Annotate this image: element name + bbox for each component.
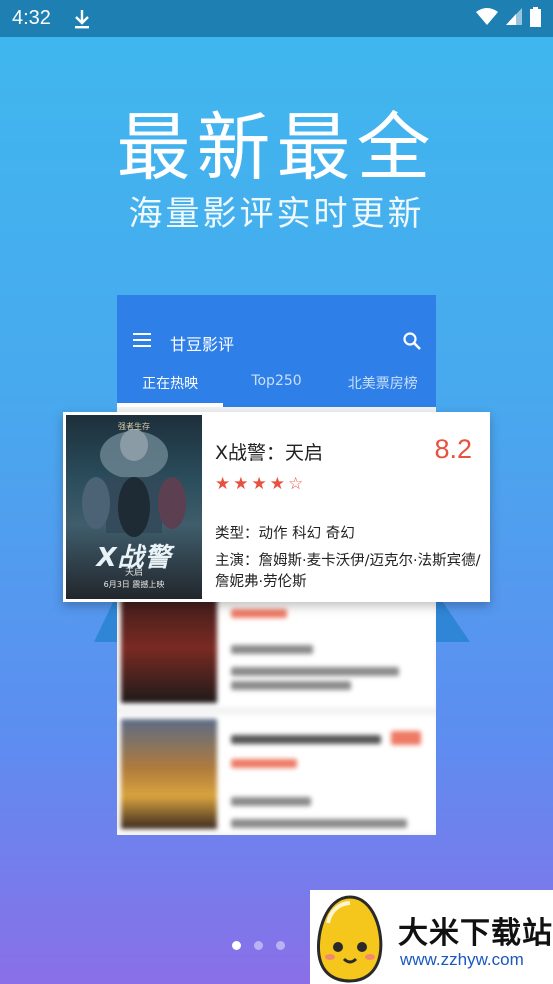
rating-stars: ★★★★☆ <box>215 474 307 494</box>
poster-date: 6月3日 震撼上映 <box>103 580 165 589</box>
search-icon[interactable] <box>402 331 422 351</box>
app-toolbar: 甘豆影评 正在热映 Top250 北美票房榜 <box>117 295 436 407</box>
promo-headline: 最新最全 <box>116 105 437 191</box>
signal-icon <box>506 8 522 29</box>
list-item <box>117 589 436 707</box>
watermark: 大米下载站 www.zzhyw.com <box>310 890 553 984</box>
promo-subline: 海量影评实时更新 <box>128 194 425 234</box>
menu-icon[interactable] <box>133 333 151 347</box>
status-time: 4:32 <box>12 7 51 29</box>
page-indicator <box>232 941 285 950</box>
page-dot[interactable] <box>276 941 285 950</box>
list-item-poster <box>121 593 217 703</box>
page-dot[interactable] <box>232 941 241 950</box>
movie-score: 8.2 <box>434 434 472 464</box>
tab-indicator <box>117 403 223 407</box>
page-dot[interactable] <box>254 941 263 950</box>
poster-tagline: 强者生存 <box>118 422 150 431</box>
tab-top250[interactable]: Top250 <box>223 373 329 393</box>
status-bar: 4:32 <box>0 0 553 37</box>
list-item-poster <box>121 719 217 829</box>
poster-subtitle: 天启 <box>124 568 143 578</box>
download-icon <box>73 8 91 30</box>
featured-movie-card[interactable]: 强者生存 X战警 天启 6月3日 震撼上映 X战警：天启 8.2 ★★★★☆ 类… <box>63 412 490 602</box>
movie-genre: 类型：动作 科幻 奇幻 <box>215 526 355 542</box>
watermark-title: 大米下载站 <box>398 916 553 951</box>
movie-title: X战警：天启 <box>215 442 324 464</box>
movie-poster: 强者生存 X战警 天启 6月3日 震撼上映 <box>66 415 202 599</box>
movie-cast: 主演：詹姆斯·麦卡沃伊/迈克尔·法斯宾德/詹妮弗·劳伦斯 <box>215 553 481 590</box>
app-title: 甘豆影评 <box>170 335 235 354</box>
rice-mascot-icon <box>314 893 386 983</box>
watermark-url: www.zzhyw.com <box>400 950 524 969</box>
tab-now-showing[interactable]: 正在热映 <box>117 373 223 393</box>
wifi-icon <box>476 7 498 30</box>
app-tabs: 正在热映 Top250 北美票房榜 <box>117 373 436 393</box>
list-item <box>117 715 436 833</box>
tab-box-office[interactable]: 北美票房榜 <box>330 373 436 393</box>
battery-icon <box>530 6 541 31</box>
